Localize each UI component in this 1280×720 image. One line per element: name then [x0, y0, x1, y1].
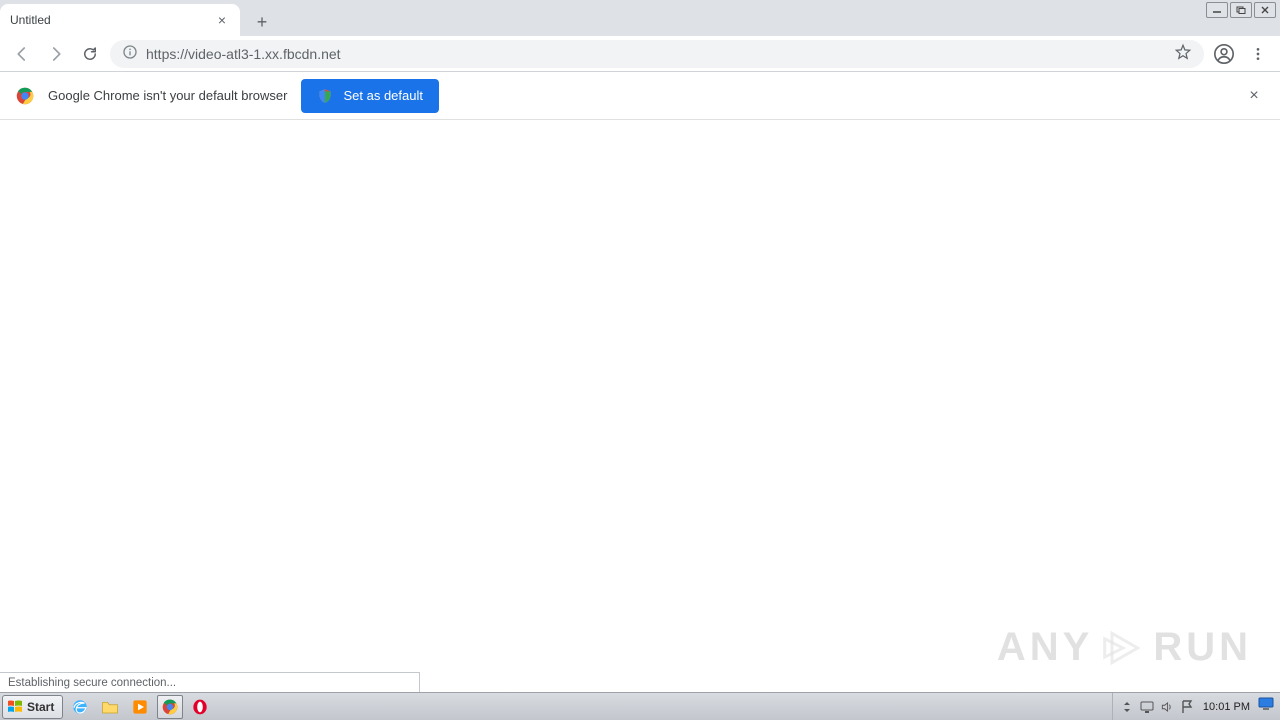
start-label: Start: [27, 700, 54, 714]
infobar-close-icon[interactable]: ×: [1244, 86, 1264, 106]
taskbar-ie-icon[interactable]: [67, 695, 93, 719]
minimize-button[interactable]: [1206, 2, 1228, 18]
forward-button[interactable]: [42, 40, 70, 68]
taskbar-opera-icon[interactable]: [187, 695, 213, 719]
windows-flag-icon: [7, 700, 23, 714]
menu-icon[interactable]: [1244, 40, 1272, 68]
taskbar-explorer-icon[interactable]: [97, 695, 123, 719]
tray-monitor-icon[interactable]: [1258, 697, 1274, 716]
close-tab-icon[interactable]: ×: [214, 12, 230, 28]
page-content: [0, 120, 1280, 692]
taskbar-chrome-icon[interactable]: [157, 695, 183, 719]
tab-title: Untitled: [10, 13, 214, 27]
status-text: Establishing secure connection...: [8, 677, 176, 689]
tab-strip: Untitled × +: [0, 0, 1280, 36]
set-default-label: Set as default: [343, 88, 423, 103]
shield-icon: [317, 88, 333, 104]
infobar-message: Google Chrome isn't your default browser: [48, 88, 287, 103]
tray-volume-icon[interactable]: [1159, 699, 1175, 715]
close-window-button[interactable]: [1254, 2, 1276, 18]
taskbar-clock[interactable]: 10:01 PM: [1199, 701, 1254, 713]
browser-toolbar: https://video-atl3-1.xx.fbcdn.net: [0, 36, 1280, 72]
tray-flag-icon[interactable]: [1179, 699, 1195, 715]
site-info-icon[interactable]: [122, 44, 138, 63]
maximize-button[interactable]: [1230, 2, 1252, 18]
url-text: https://video-atl3-1.xx.fbcdn.net: [146, 46, 1166, 62]
reload-button[interactable]: [76, 40, 104, 68]
address-bar[interactable]: https://video-atl3-1.xx.fbcdn.net: [110, 40, 1204, 68]
new-tab-button[interactable]: +: [248, 8, 276, 36]
browser-tab[interactable]: Untitled ×: [0, 4, 240, 36]
windows-taskbar: Start 10:01 PM: [0, 692, 1280, 720]
bookmark-star-icon[interactable]: [1174, 43, 1192, 64]
taskbar-media-icon[interactable]: [127, 695, 153, 719]
window-controls: [1206, 2, 1276, 18]
start-button[interactable]: Start: [2, 695, 63, 719]
back-button[interactable]: [8, 40, 36, 68]
set-default-button[interactable]: Set as default: [301, 79, 439, 113]
tray-device-icon[interactable]: [1139, 699, 1155, 715]
default-browser-infobar: Google Chrome isn't your default browser…: [0, 72, 1280, 120]
chrome-logo-icon: [16, 87, 34, 105]
profile-icon[interactable]: [1210, 40, 1238, 68]
tray-expand-icon[interactable]: [1119, 699, 1135, 715]
system-tray: 10:01 PM: [1112, 693, 1280, 720]
status-bar: Establishing secure connection...: [0, 672, 420, 692]
